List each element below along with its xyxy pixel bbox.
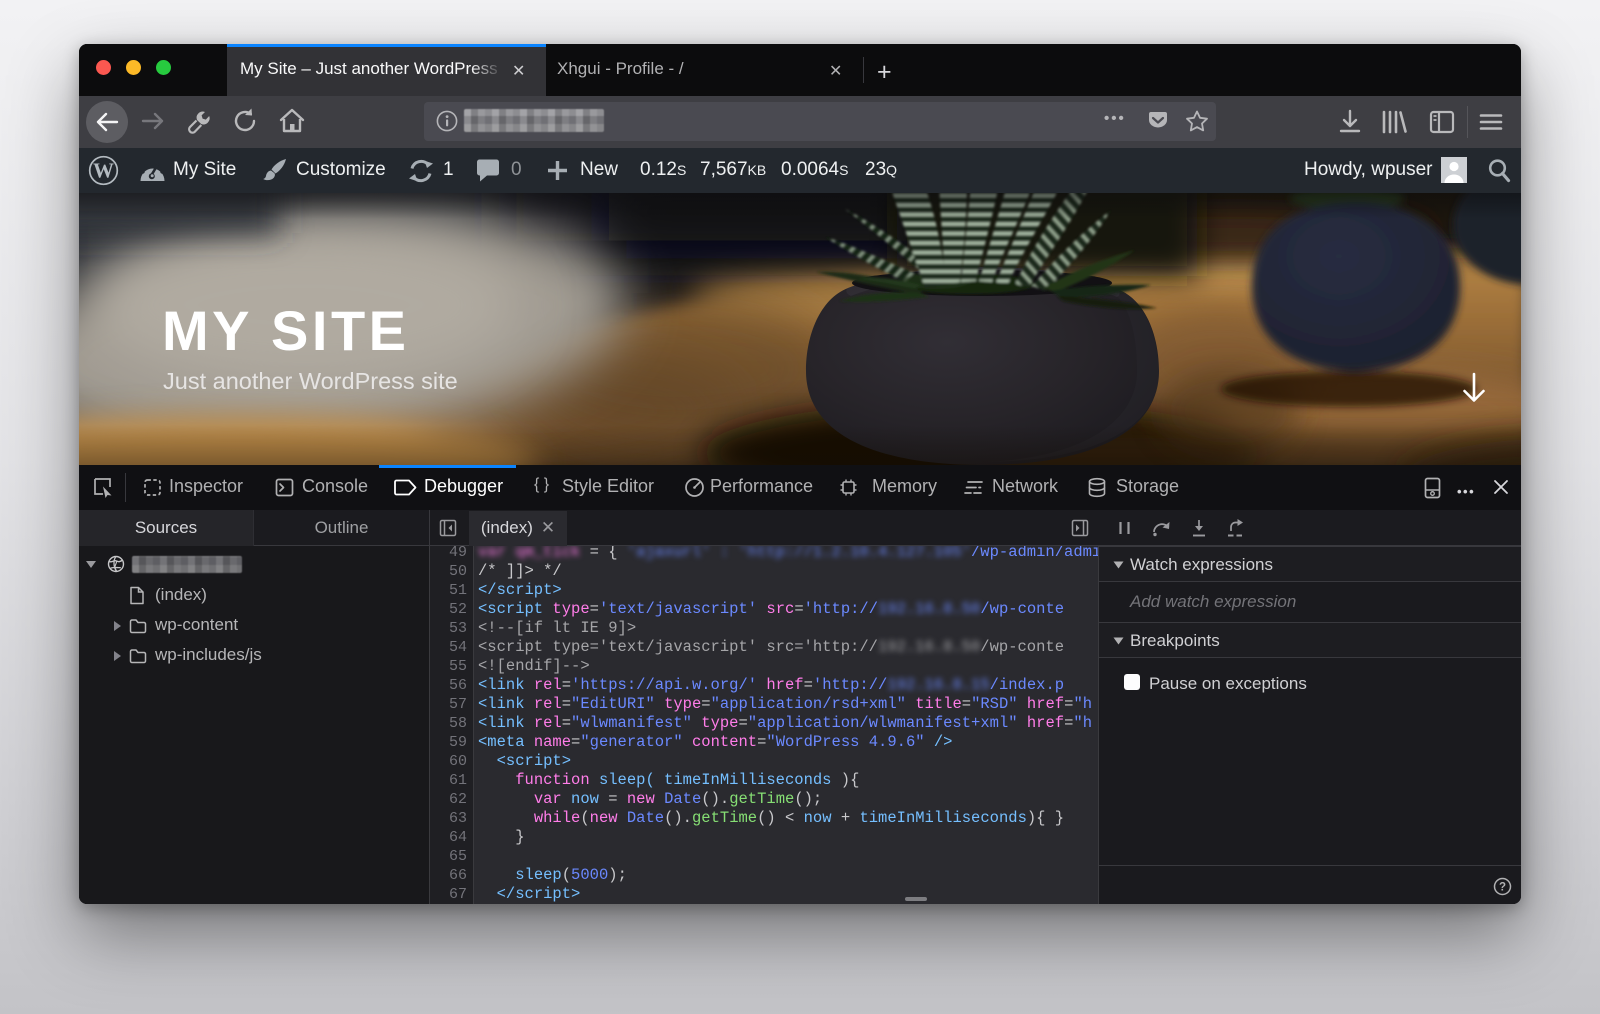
svg-text:W: W — [93, 159, 114, 183]
svg-text:?: ? — [1499, 882, 1506, 894]
